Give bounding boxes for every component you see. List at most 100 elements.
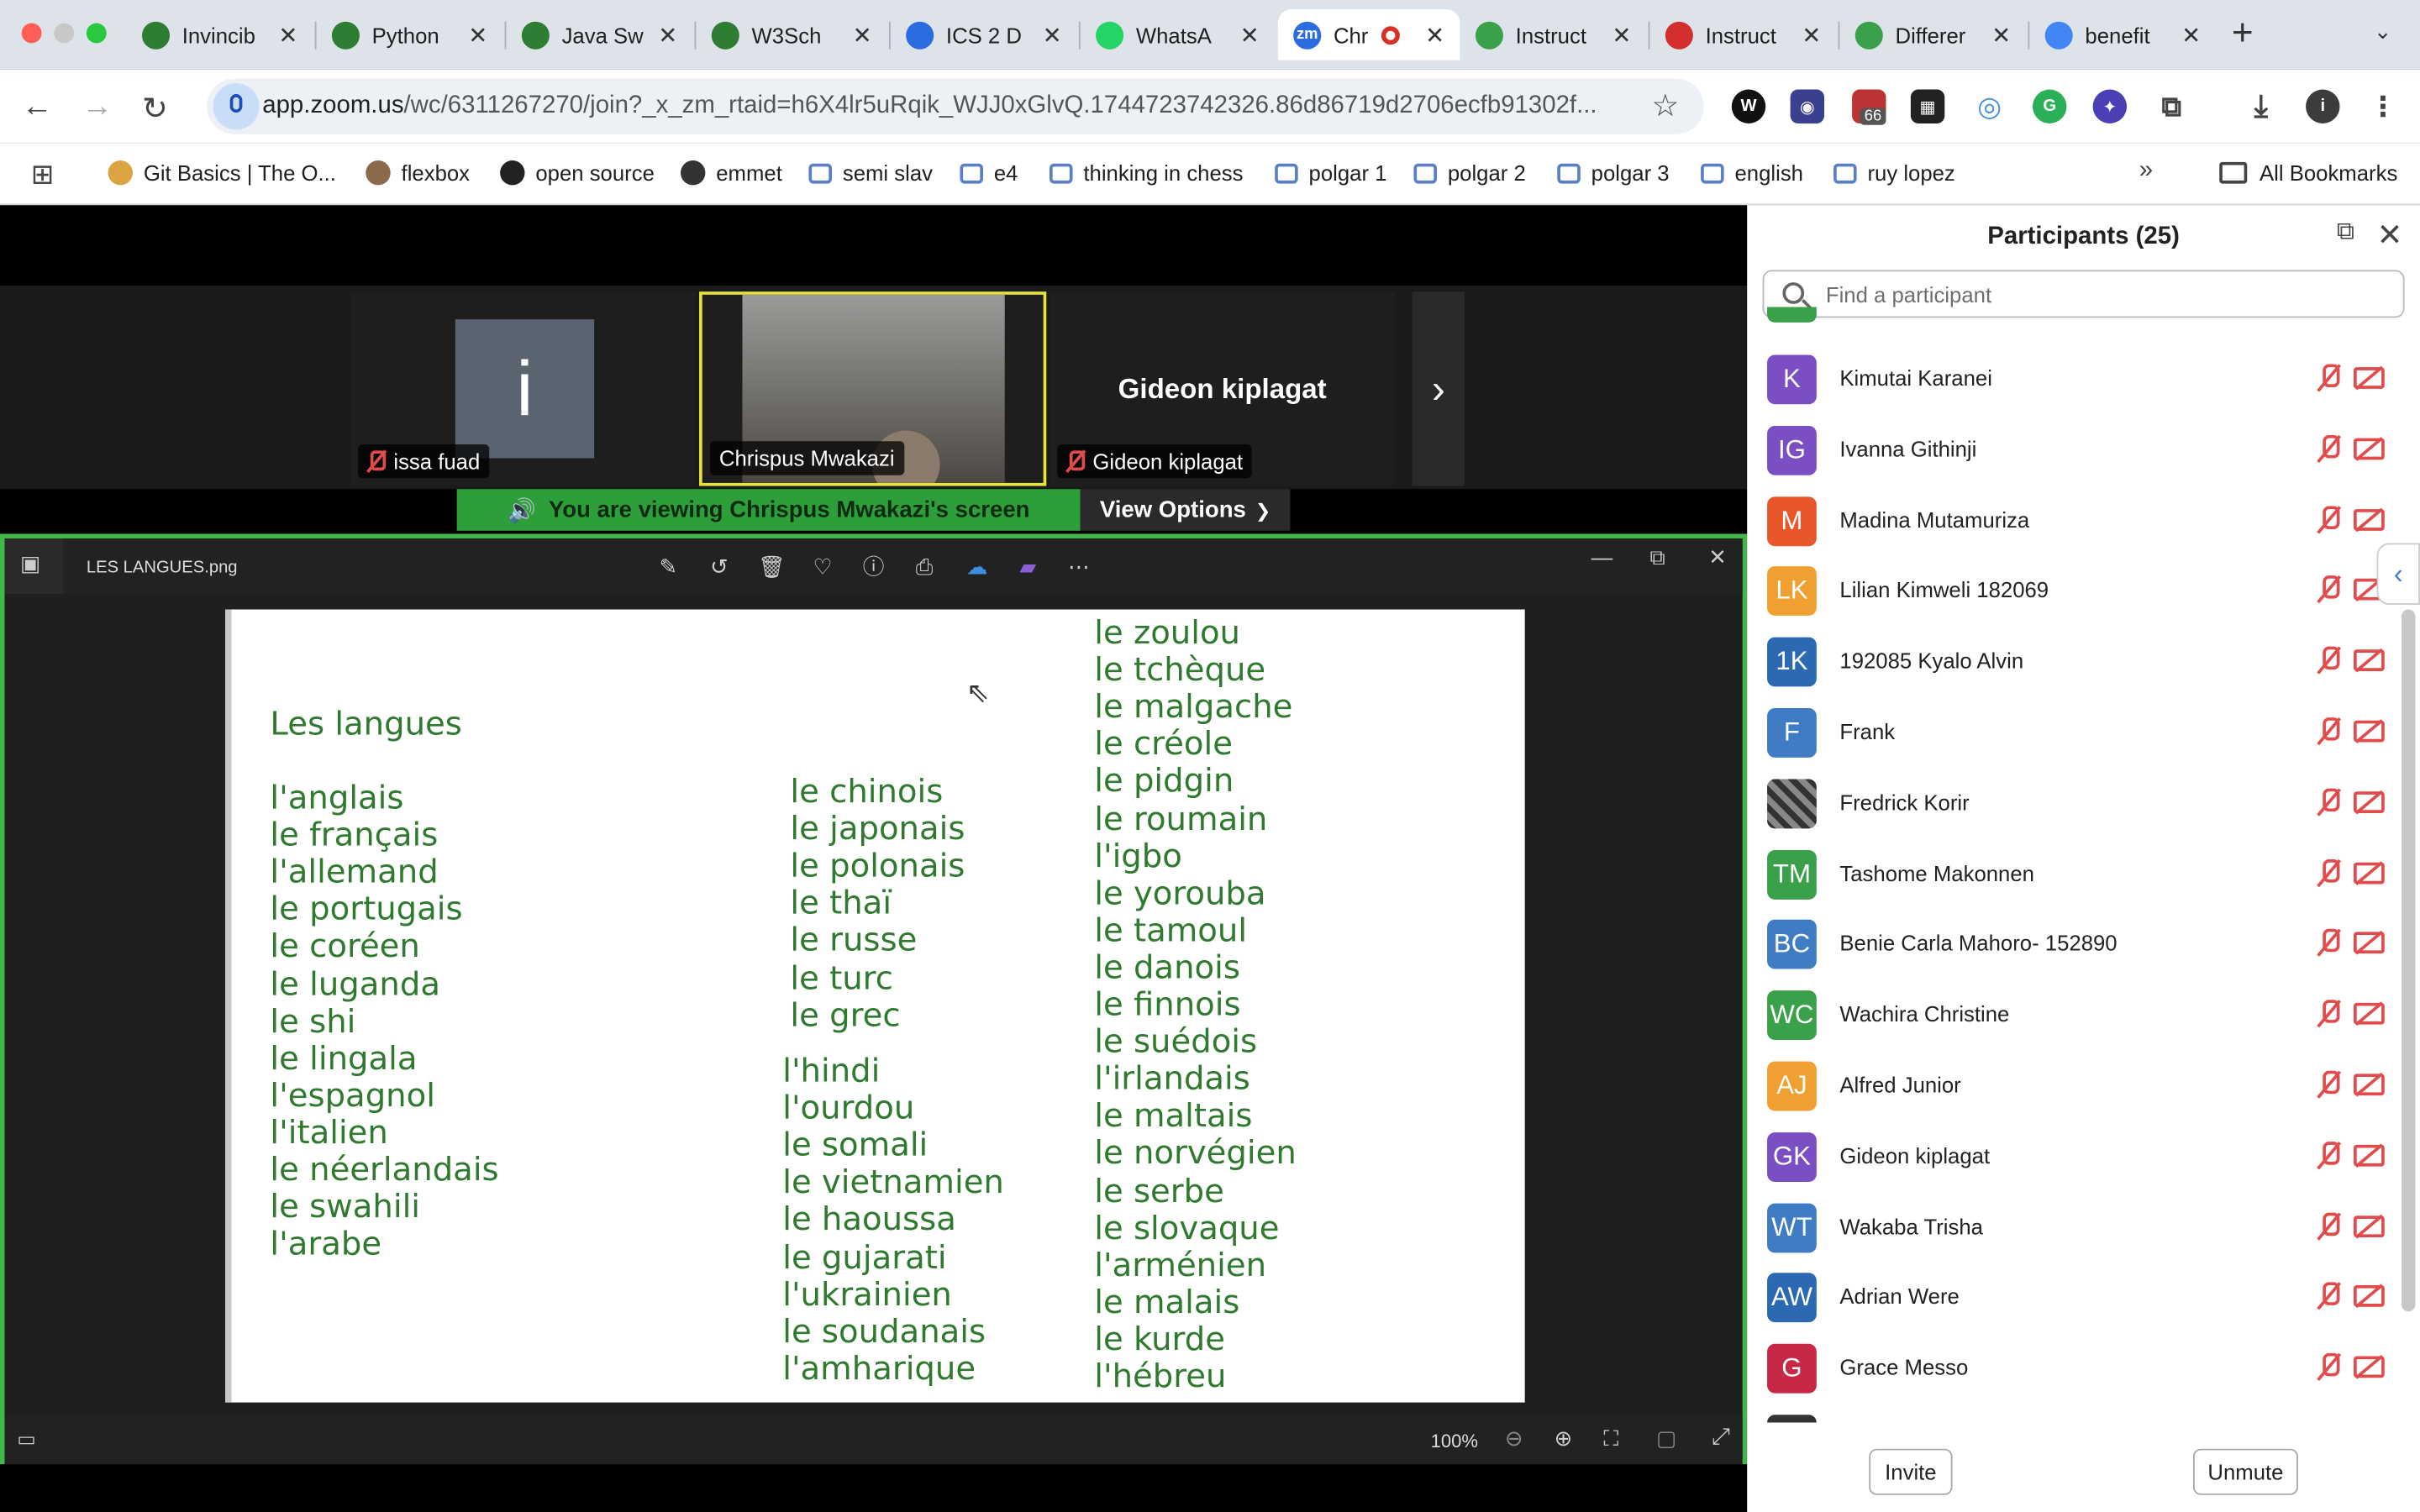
muted-mic-icon[interactable] [2318, 717, 2340, 745]
muted-mic-icon[interactable] [2318, 1283, 2340, 1310]
video-off-icon[interactable] [2354, 438, 2385, 459]
extension-compass-icon[interactable]: ✦ [2092, 89, 2128, 123]
video-off-icon[interactable] [2354, 1215, 2385, 1237]
extensions-puzzle-icon[interactable]: ⧉ [2154, 89, 2189, 123]
filmstrip-icon[interactable]: ▭ [17, 1427, 36, 1452]
close-icon[interactable]: ✕ [1708, 544, 1727, 570]
video-off-icon[interactable] [2354, 1285, 2385, 1308]
muted-mic-icon[interactable] [2318, 1211, 2340, 1240]
browser-tab[interactable]: Invincib ✕ [127, 9, 313, 60]
view-options-button[interactable]: View Options ❯ [1080, 489, 1291, 531]
back-button[interactable]: ← [22, 90, 53, 125]
minimize-icon[interactable]: — [1591, 544, 1613, 569]
tab-close-icon[interactable]: ✕ [658, 22, 677, 50]
bookmark-item[interactable]: emmet [681, 160, 782, 186]
extension-grid-icon[interactable]: ▦ [1910, 89, 1945, 123]
participants-scrollbar[interactable] [2401, 609, 2416, 1312]
microphone-icon[interactable] [213, 83, 260, 130]
muted-mic-icon[interactable] [2318, 1141, 2340, 1169]
muted-mic-icon[interactable] [2318, 858, 2340, 886]
video-off-icon[interactable] [2354, 861, 2385, 884]
muted-mic-icon[interactable] [2318, 505, 2340, 533]
participant-row[interactable]: GK Gideon kiplagat [1747, 1121, 2385, 1192]
participant-row[interactable]: AJ Alfred Junior [1747, 1051, 2385, 1121]
video-off-icon[interactable] [2354, 649, 2385, 672]
browser-tab[interactable]: Instruct ✕ [1649, 9, 1836, 60]
all-bookmarks[interactable]: All Bookmarks [2219, 160, 2397, 185]
muted-mic-icon[interactable] [2318, 434, 2340, 463]
tab-close-icon[interactable]: ✕ [1240, 22, 1260, 50]
browser-tab[interactable]: W3Sch ✕ [696, 9, 887, 60]
cloud-icon[interactable]: ☁ [961, 551, 992, 582]
next-videos-button[interactable]: › [1412, 291, 1465, 486]
participant-row[interactable]: 1K 192085 Kyalo Alvin [1747, 627, 2385, 697]
bookmark-item[interactable]: english [1701, 160, 1803, 185]
address-bar[interactable]: app.zoom.us/wc/6311267270/join?_x_zm_rta… [207, 78, 1704, 134]
muted-mic-icon[interactable] [2318, 646, 2340, 675]
bookmark-item[interactable]: semi slav [808, 160, 933, 185]
grammarly-icon[interactable]: G [2032, 89, 2067, 123]
muted-mic-icon[interactable] [2318, 364, 2340, 391]
print-icon[interactable]: ⎙ [909, 551, 940, 582]
video-off-icon[interactable] [2354, 1356, 2385, 1378]
bookmark-item[interactable]: open source [500, 160, 655, 186]
maximize-window-button[interactable] [86, 23, 107, 44]
video-off-icon[interactable] [2354, 1074, 2385, 1096]
tab-close-icon[interactable]: ✕ [468, 22, 487, 50]
info-icon[interactable]: ⓘ [858, 551, 889, 582]
popout-icon[interactable]: ⧉ [2337, 219, 2354, 247]
video-off-icon[interactable] [2354, 720, 2385, 743]
video-off-icon[interactable] [2354, 508, 2385, 531]
participant-row[interactable]: Fredrick Korir [1747, 768, 2385, 838]
bookmark-item[interactable]: Git Basics | The O... [108, 160, 336, 186]
chevron-down-icon[interactable]: ⌄ [2374, 18, 2392, 45]
muted-mic-icon[interactable] [2318, 1000, 2340, 1028]
close-icon[interactable]: ✕ [2377, 216, 2403, 255]
download-icon[interactable]: ⤓ [2244, 89, 2279, 123]
participant-row[interactable]: IG Ivanna Githinji [1747, 415, 2385, 486]
bookmark-item[interactable]: e4 [960, 160, 1018, 185]
edit-icon[interactable]: ✎ [653, 551, 684, 582]
muted-mic-icon[interactable] [2318, 929, 2340, 957]
browser-tab[interactable]: Differer ✕ [1839, 9, 2026, 60]
bookmark-item[interactable]: polgar 2 [1413, 160, 1526, 185]
bookmark-item[interactable]: flexbox [366, 160, 470, 186]
tab-close-icon[interactable]: ✕ [2181, 22, 2201, 50]
more-icon[interactable]: ⋯ [1064, 551, 1095, 582]
actual-size-icon[interactable]: ▢ [1656, 1425, 1676, 1452]
forward-button[interactable]: → [82, 90, 113, 125]
tab-close-icon[interactable]: ✕ [1425, 22, 1444, 50]
invite-button[interactable]: Invite [1869, 1448, 1953, 1495]
zoom-in-icon[interactable]: ⊕ [1555, 1425, 1573, 1452]
fit-icon[interactable]: ⛶ [1603, 1425, 1618, 1452]
tab-close-icon[interactable]: ✕ [1043, 22, 1062, 50]
participant-row[interactable]: WC Wachira Christine [1747, 980, 2385, 1051]
browser-tab[interactable]: zm Chr ✕ [1277, 9, 1460, 60]
extension-eye-icon[interactable]: ◉ [1790, 89, 1825, 123]
participant-row[interactable]: BC Benie Carla Mahoro- 152890 [1747, 910, 2385, 980]
profile-avatar[interactable]: i [2306, 89, 2340, 123]
minimize-window-button[interactable] [54, 23, 75, 44]
tab-close-icon[interactable]: ✕ [1802, 22, 1821, 50]
new-tab-button[interactable]: + [2232, 13, 2254, 55]
bookmark-item[interactable]: polgar 1 [1275, 160, 1386, 185]
participant-row[interactable]: TM Tashome Makonnen [1747, 838, 2385, 909]
participant-row[interactable]: AW Adrian Were [1747, 1263, 2385, 1333]
participant-row[interactable]: WT Wakaba Trisha [1747, 1192, 2385, 1263]
browser-tab[interactable]: Java Sw ✕ [506, 9, 692, 60]
participant-row[interactable]: F Frank [1747, 697, 2385, 768]
delete-icon[interactable]: 🗑 [756, 551, 787, 582]
restore-icon[interactable]: ⧉ [1649, 544, 1665, 570]
participant-row[interactable]: G Grace Messo [1747, 1333, 2385, 1404]
browser-tab[interactable]: WhatsA ✕ [1081, 9, 1275, 60]
reload-button[interactable]: ↻ [142, 90, 168, 129]
clipchamp-icon[interactable]: ▰ [1013, 551, 1044, 582]
apps-grid-icon[interactable]: ⊞ [31, 159, 55, 192]
chevron-left-icon[interactable]: ‹ [2376, 543, 2420, 606]
more-bookmarks-icon[interactable]: » [2139, 157, 2153, 185]
browser-tab[interactable]: Python ✕ [317, 9, 503, 60]
video-tile-gideon[interactable]: Gideon kiplagat Gideon kiplagat [1049, 291, 1396, 486]
muted-mic-icon[interactable] [2318, 1353, 2340, 1381]
browser-tab[interactable]: Instruct ✕ [1460, 9, 1647, 60]
tab-close-icon[interactable]: ✕ [853, 22, 872, 50]
